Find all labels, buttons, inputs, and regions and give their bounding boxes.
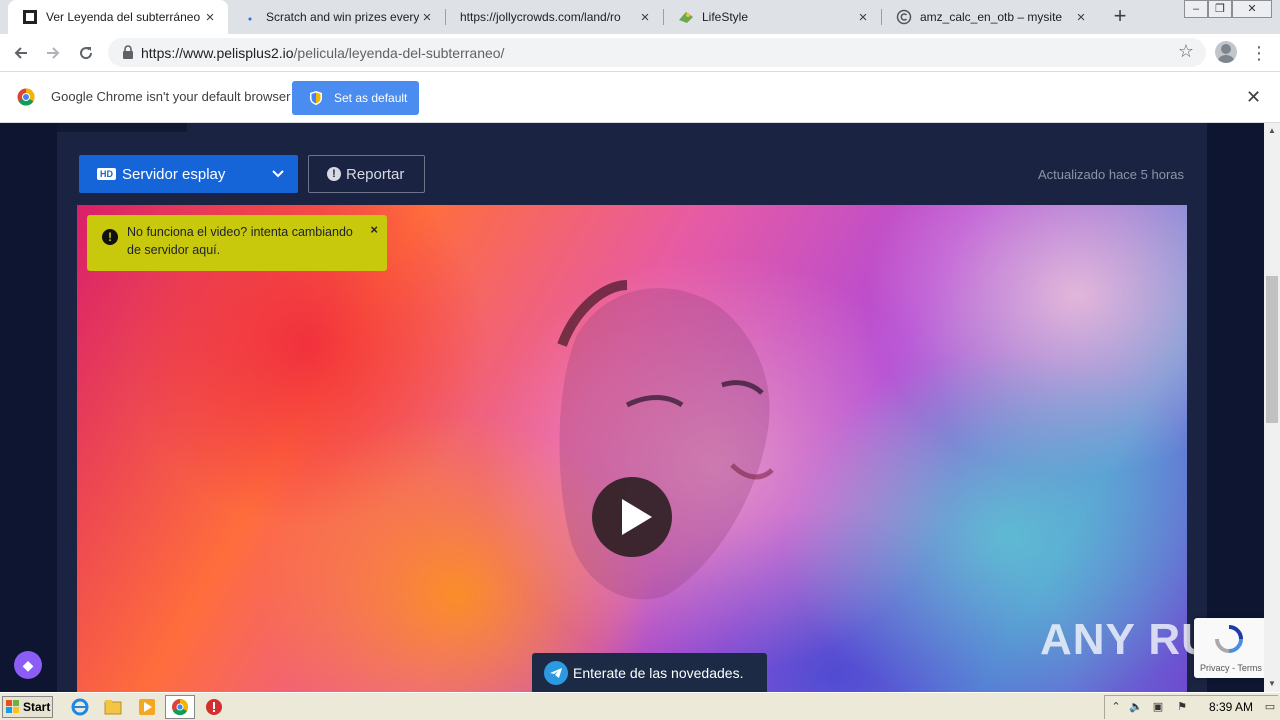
chrome-logo-icon <box>17 88 35 106</box>
tab-leyenda[interactable]: Ver Leyenda del subterráneo (20 × <box>8 0 228 34</box>
tray-expand-icon[interactable]: ⌃ <box>1109 700 1123 714</box>
scroll-down-icon[interactable]: ▼ <box>1264 676 1280 692</box>
tab-title: Ver Leyenda del subterráneo (20 <box>46 10 202 24</box>
close-window-button[interactable]: ✕ <box>1232 0 1272 18</box>
system-tray: ⌃ 🔈 ▣ ⚑ 8:39 AM ▭ <box>1104 695 1278 719</box>
forward-button[interactable] <box>40 40 66 66</box>
video-player[interactable] <box>77 205 1187 692</box>
server-label: Servidor esplay <box>122 165 226 183</box>
chrome-icon <box>172 698 189 716</box>
toolbar: https://www.pelisplus2.io/pelicula/leyen… <box>0 34 1280 71</box>
url-path: /pelicula/leyenda-del-subterraneo/ <box>293 45 505 61</box>
default-browser-infobar: Google Chrome isn't your default browser… <box>0 71 1280 123</box>
restore-button[interactable]: ❐ <box>1208 0 1232 18</box>
internet-explorer-icon[interactable] <box>71 698 89 716</box>
scrollbar-thumb[interactable] <box>1266 276 1278 423</box>
folder-icon[interactable] <box>104 698 122 716</box>
recaptcha-logo-icon <box>1215 625 1243 653</box>
play-button[interactable] <box>592 477 672 557</box>
set-as-default-label: Set as default <box>334 91 408 105</box>
set-as-default-button[interactable]: Set as default <box>292 81 419 115</box>
report-button[interactable]: ! Reportar <box>308 155 425 193</box>
bookmark-star-icon[interactable]: ☆ <box>1178 41 1194 62</box>
telegram-banner[interactable]: Enterate de las novedades. <box>532 653 767 692</box>
back-button[interactable] <box>8 40 34 66</box>
clock: 8:39 AM <box>1209 700 1254 714</box>
address-bar[interactable]: https://www.pelisplus2.io/pelicula/leyen… <box>108 38 1206 67</box>
stop-sign-icon[interactable] <box>205 698 223 716</box>
minimize-button[interactable]: ‒ <box>1184 0 1208 18</box>
tab-amz-calc[interactable]: amz_calc_en_otb – mysite × <box>882 0 1099 34</box>
tab-title: LifeStyle <box>702 10 749 24</box>
profile-avatar-icon[interactable] <box>1215 41 1237 63</box>
start-button[interactable]: Start <box>2 696 53 718</box>
page-content: HD Servidor esplay ! Reportar Actualizad… <box>0 123 1264 692</box>
tab-title: https://jollycrowds.com/land/ro <box>460 10 621 24</box>
alert-icon: ! <box>327 167 341 181</box>
reload-icon <box>80 47 93 60</box>
close-tab-icon[interactable]: × <box>419 9 435 26</box>
chrome-menu-icon[interactable]: ⋮ <box>1250 40 1268 66</box>
report-label: Reportar <box>346 165 405 183</box>
panel-tab-shadow <box>57 123 187 132</box>
back-arrow-icon <box>14 47 27 59</box>
scroll-up-icon[interactable]: ▲ <box>1264 123 1280 139</box>
telegram-icon <box>544 660 568 685</box>
action-center-flag-icon[interactable]: ⚑ <box>1175 700 1189 714</box>
close-tab-icon[interactable]: × <box>855 9 871 26</box>
lock-icon <box>123 45 133 59</box>
tab-scratch[interactable]: Scratch and win prizes every da × <box>228 0 445 34</box>
recaptcha-links[interactable]: Privacy - Terms <box>1200 663 1262 673</box>
warning-icon: ! <box>102 229 118 245</box>
updated-text: Actualizado hace 5 horas <box>1038 167 1184 182</box>
tab-lifestyle[interactable]: LifeStyle × <box>664 0 881 34</box>
server-warning-tooltip: ! No funciona el video? intenta cambiand… <box>87 215 387 271</box>
video-poster-face <box>557 280 774 600</box>
lifestyle-favicon-icon <box>678 9 694 25</box>
forward-arrow-icon <box>47 47 60 59</box>
start-label: Start <box>23 700 51 714</box>
network-icon[interactable]: ▣ <box>1151 700 1165 714</box>
close-tab-icon[interactable]: × <box>1073 9 1089 26</box>
tab-title: amz_calc_en_otb – mysite <box>920 10 1063 24</box>
copyright-favicon-icon <box>896 9 912 25</box>
new-tab-button[interactable]: + <box>1108 4 1132 28</box>
chrome-taskbar-button[interactable] <box>165 695 195 719</box>
infobar-close-icon[interactable]: ✕ <box>1246 87 1261 108</box>
close-tab-icon[interactable]: × <box>637 9 653 26</box>
page-scrollbar[interactable]: ▲ ▼ <box>1264 123 1280 692</box>
warning-close-icon[interactable]: × <box>370 221 378 239</box>
warning-text: No funciona el video? intenta cambiando … <box>127 225 353 257</box>
show-desktop-icon[interactable]: ▭ <box>1263 700 1277 714</box>
tab-strip: Ver Leyenda del subterráneo (20 × Scratc… <box>0 0 1280 34</box>
server-select-button[interactable]: HD Servidor esplay <box>79 155 298 193</box>
url-host: https://www.pelisplus2.io <box>141 45 294 61</box>
media-player-icon[interactable] <box>138 698 156 716</box>
windows-flag-icon <box>6 700 19 713</box>
infobar-message: Google Chrome isn't your default browser <box>51 89 291 104</box>
taskbar: Start ⌃ 🔈 ▣ ⚑ 8:39 AM ▭ <box>0 692 1280 720</box>
chevron-down-icon <box>258 155 298 193</box>
dot-icon <box>242 9 258 25</box>
telegram-label: Enterate de las novedades. <box>573 664 744 681</box>
tab-title: Scratch and win prizes every da <box>266 10 419 24</box>
hd-badge: HD <box>97 168 116 180</box>
diamond-arrow-icon[interactable]: ◆ <box>14 651 42 679</box>
url-text: https://www.pelisplus2.io/pelicula/leyen… <box>141 45 504 61</box>
shield-icon <box>310 91 322 105</box>
close-tab-icon[interactable]: × <box>202 9 218 26</box>
volume-icon[interactable]: 🔈 <box>1129 700 1143 714</box>
reload-button[interactable] <box>73 40 99 66</box>
recaptcha-badge[interactable]: Privacy - Terms <box>1194 618 1264 678</box>
film-icon <box>22 9 38 25</box>
tab-jollycrowds[interactable]: https://jollycrowds.com/land/ro × <box>446 0 663 34</box>
